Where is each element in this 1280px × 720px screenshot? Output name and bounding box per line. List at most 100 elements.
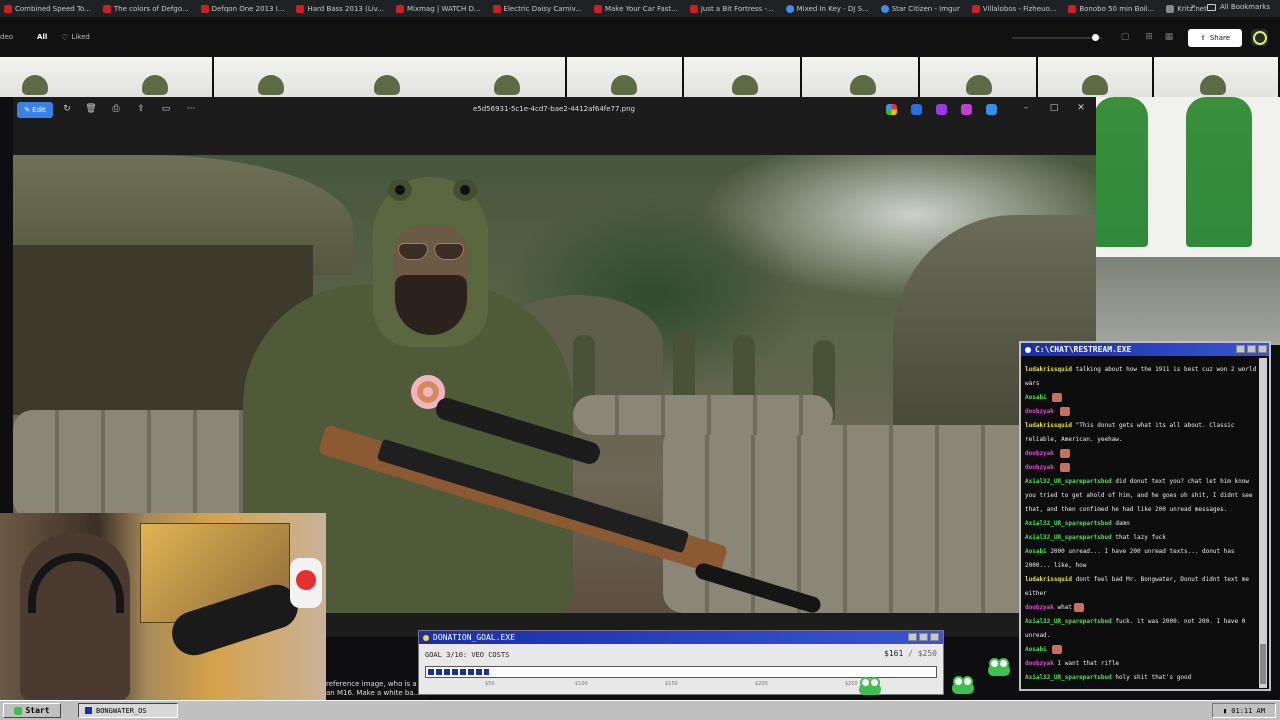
heart-icon: ♡ — [61, 32, 69, 42]
thumbnail-truck[interactable] — [1096, 257, 1280, 345]
donation-goal-window: DONATION_GOAL.EXE GOAL 3/10: VEO COSTS $… — [418, 630, 944, 695]
folder-icon — [1206, 3, 1216, 11]
chat-message: ludakrissquid talking about how the 1911… — [1025, 365, 1257, 391]
chat-username[interactable]: doobzyak — [1025, 660, 1054, 667]
thumbnail-strip — [0, 57, 1280, 97]
bookmark-label: Make Your Car Fast... — [604, 4, 678, 13]
chat-scrollbar[interactable] — [1259, 358, 1267, 688]
bookmark-item[interactable]: Mixmag | WATCH D... — [395, 4, 481, 13]
thumbnail[interactable] — [0, 57, 214, 97]
start-button[interactable]: Start — [3, 703, 61, 718]
maximize-button[interactable] — [1247, 345, 1256, 353]
share-button[interactable]: ⇪ Share — [1188, 29, 1242, 47]
grid-small-icon[interactable]: ⊞ — [1144, 32, 1154, 42]
thumbnail-green-suit[interactable] — [1094, 97, 1280, 257]
share-icon[interactable]: ⇪ — [135, 103, 147, 115]
chat-username[interactable]: doobzyak — [1025, 604, 1054, 611]
close-button[interactable] — [1258, 345, 1267, 353]
app-icon[interactable] — [986, 104, 997, 115]
chat-message: Axial32_UR_sparepartsbud holy shit that'… — [1025, 671, 1257, 685]
tab-video-clipped[interactable]: deo — [0, 33, 13, 41]
app-icon[interactable] — [936, 104, 947, 115]
chat-message: doobzyak — [1025, 447, 1257, 461]
taskbar: Start BONGWATER_OS ▮ 01:11 AM — [0, 700, 1280, 720]
zoom-slider-knob[interactable] — [1092, 34, 1099, 41]
bookmark-item[interactable]: Defqon One 2013 I... — [200, 4, 284, 13]
bookmark-item[interactable]: Combined Speed To... — [4, 4, 91, 13]
maximize-button[interactable]: □ — [1048, 103, 1060, 113]
bookmark-item[interactable]: Hard Bass 2013 (Liv... — [296, 4, 384, 13]
edit-button[interactable]: ✎ Edit — [17, 102, 53, 118]
chat-username[interactable]: Aosabi — [1025, 548, 1047, 555]
taskbar-item-bongwater[interactable]: BONGWATER_OS — [78, 703, 178, 718]
grid-icon[interactable]: ▦ — [1164, 32, 1174, 42]
chat-message: doobzyak — [1025, 405, 1257, 419]
delete-icon[interactable]: 🗑 — [85, 103, 97, 115]
chat-username[interactable]: Axial32_UR_sparepartsbud — [1025, 478, 1112, 485]
chat-username[interactable]: doobzyak — [1025, 408, 1054, 415]
tab-all[interactable]: All — [37, 33, 47, 41]
bookmark-label: Bonobo 50 min Boil... — [1079, 4, 1155, 13]
print-icon[interactable]: ⎙ — [110, 103, 122, 115]
bookmark-item[interactable]: Bonobo 50 min Boil... — [1068, 4, 1155, 13]
minimize-button[interactable] — [908, 633, 917, 641]
layout-icon[interactable]: ▢ — [1120, 32, 1130, 42]
chat-message: Axial32_UR_sparepartsbud did donut text … — [1025, 475, 1257, 517]
chat-username[interactable]: Axial32_UR_sparepartsbud — [1025, 674, 1112, 681]
chat-title-bar[interactable]: C:\CHAT\RESTREAM.EXE — [1021, 343, 1269, 356]
donation-title-bar[interactable]: DONATION_GOAL.EXE — [419, 631, 943, 644]
thumbnail[interactable] — [1038, 57, 1154, 97]
app-icon[interactable] — [911, 104, 922, 115]
chat-username[interactable]: doobzyak — [1025, 464, 1054, 471]
chat-text: that lazy fuck — [1115, 534, 1166, 541]
chat-username[interactable]: ludakrissquid — [1025, 366, 1072, 373]
tab-liked[interactable]: ♡ Liked — [61, 33, 90, 42]
thumbnail[interactable] — [567, 57, 684, 97]
close-button[interactable]: ✕ — [1075, 103, 1087, 113]
thumbnail[interactable] — [802, 57, 920, 97]
thumbnail[interactable] — [684, 57, 802, 97]
bookmarks-overflow-icon[interactable]: » — [1190, 2, 1196, 12]
avatar[interactable] — [1251, 29, 1268, 46]
more-options-icon[interactable]: ··· — [185, 103, 197, 115]
bookmarks-bar: Combined Speed To... The colors of Defgo.… — [0, 0, 1280, 17]
chat-username[interactable]: Aosabi — [1025, 646, 1047, 653]
bookmark-item[interactable]: Just a Bit Fortress -... — [689, 4, 774, 13]
thumbnail[interactable] — [214, 57, 567, 97]
thumbnail[interactable] — [1154, 57, 1280, 97]
all-bookmarks-button[interactable]: All Bookmarks — [1206, 3, 1270, 11]
chat-message: Axial32_UR_sparepartsbud that lazy fuck — [1025, 531, 1257, 545]
chat-username[interactable]: doobzyak — [1025, 450, 1054, 457]
bookmark-item[interactable]: Electric Daisy Carniv... — [492, 4, 582, 13]
app-icon[interactable] — [961, 104, 972, 115]
chat-username[interactable]: ludakrissquid — [1025, 576, 1072, 583]
donation-marker: $250 — [845, 681, 858, 687]
zoom-slider[interactable] — [1012, 34, 1102, 41]
frog-icon — [952, 676, 974, 694]
clock-time: 01:11 AM — [1231, 706, 1265, 715]
bookmark-item[interactable]: The colors of Defgo... — [102, 4, 189, 13]
tab-liked-label: Liked — [71, 33, 90, 41]
bookmark-item[interactable]: Star Citizen - Imgur — [880, 4, 960, 13]
donation-title: DONATION_GOAL.EXE — [433, 633, 515, 642]
thumbnail[interactable] — [920, 57, 1038, 97]
chat-username[interactable]: Axial32_UR_sparepartsbud — [1025, 520, 1112, 527]
app-icon[interactable] — [886, 104, 897, 115]
bookmark-label: Mixed In Key - DJ S... — [796, 4, 869, 13]
close-button[interactable] — [930, 633, 939, 641]
slideshow-icon[interactable]: ▭ — [160, 103, 172, 115]
minimize-button[interactable] — [1236, 345, 1245, 353]
chat-username[interactable]: Axial32_UR_sparepartsbud — [1025, 534, 1112, 541]
chat-username[interactable]: Aosabi — [1025, 394, 1047, 401]
rotate-icon[interactable]: ↻ — [61, 103, 73, 115]
chat-username[interactable]: ludakrissquid — [1025, 422, 1072, 429]
bookmark-item[interactable]: Make Your Car Fast... — [593, 4, 678, 13]
bookmark-item[interactable]: Kritz.net — [1166, 4, 1207, 13]
bookmark-item[interactable]: Mixed In Key - DJ S... — [785, 4, 869, 13]
share-icon: ⇪ — [1199, 34, 1206, 42]
maximize-button[interactable] — [919, 633, 928, 641]
bookmark-item[interactable]: Villalobos - Fizheuo... — [971, 4, 1056, 13]
minimize-button[interactable]: – — [1020, 103, 1032, 113]
viewer-filename: e5d56931-5c1e-4cd7-bae2-4412af64fe77.png — [472, 105, 636, 113]
chat-username[interactable]: Axial32_UR_sparepartsbud — [1025, 618, 1112, 625]
